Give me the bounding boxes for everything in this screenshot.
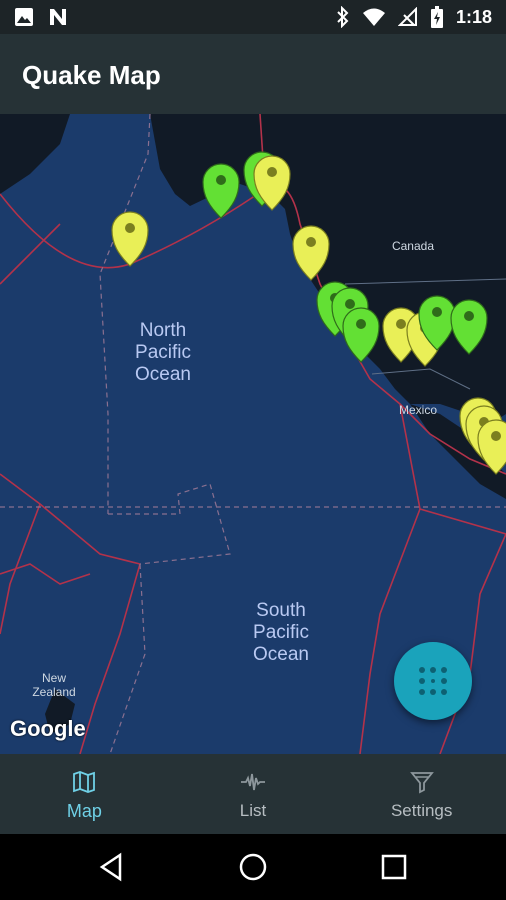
- bottom-navigation: Map List Settings: [0, 754, 506, 834]
- recents-button[interactable]: [378, 851, 410, 883]
- label-new-zealand: New Zealand: [32, 671, 76, 699]
- home-button[interactable]: [237, 851, 269, 883]
- system-navigation-bar: [0, 834, 506, 900]
- dots-pattern-icon: [419, 667, 447, 695]
- app-title: Quake Map: [22, 60, 161, 90]
- back-button[interactable]: [96, 851, 128, 883]
- map-view[interactable]: North Pacific Ocean South Pacific Ocean …: [0, 114, 506, 754]
- wifi-icon: [362, 8, 385, 26]
- battery-icon: [430, 6, 443, 28]
- label-north-pacific: North Pacific Ocean: [135, 320, 191, 385]
- waveform-icon: [241, 773, 265, 791]
- google-attribution: Google: [10, 716, 86, 741]
- nav-item-settings[interactable]: Settings: [337, 754, 506, 834]
- map-options-fab[interactable]: [394, 642, 472, 720]
- label-mexico: Mexico: [398, 403, 437, 417]
- nav-label-map: Map: [66, 801, 102, 821]
- nav-label-list: List: [239, 801, 267, 820]
- app-bar: Quake Map: [0, 34, 506, 114]
- bluetooth-icon: [337, 6, 349, 28]
- filter-icon: [409, 772, 434, 794]
- label-south-pacific: South Pacific Ocean: [253, 600, 309, 665]
- clock: 1:18: [455, 6, 492, 27]
- map-icon: [73, 771, 96, 793]
- label-canada: Canada: [391, 239, 435, 253]
- nav-label-settings: Settings: [390, 801, 453, 820]
- n-app-icon: [50, 9, 66, 25]
- nav-item-map[interactable]: Map: [0, 754, 169, 834]
- status-bar: 1:18: [0, 0, 506, 34]
- nav-item-list[interactable]: List: [169, 754, 338, 834]
- no-signal-icon: [397, 7, 417, 26]
- image-icon: [15, 8, 33, 26]
